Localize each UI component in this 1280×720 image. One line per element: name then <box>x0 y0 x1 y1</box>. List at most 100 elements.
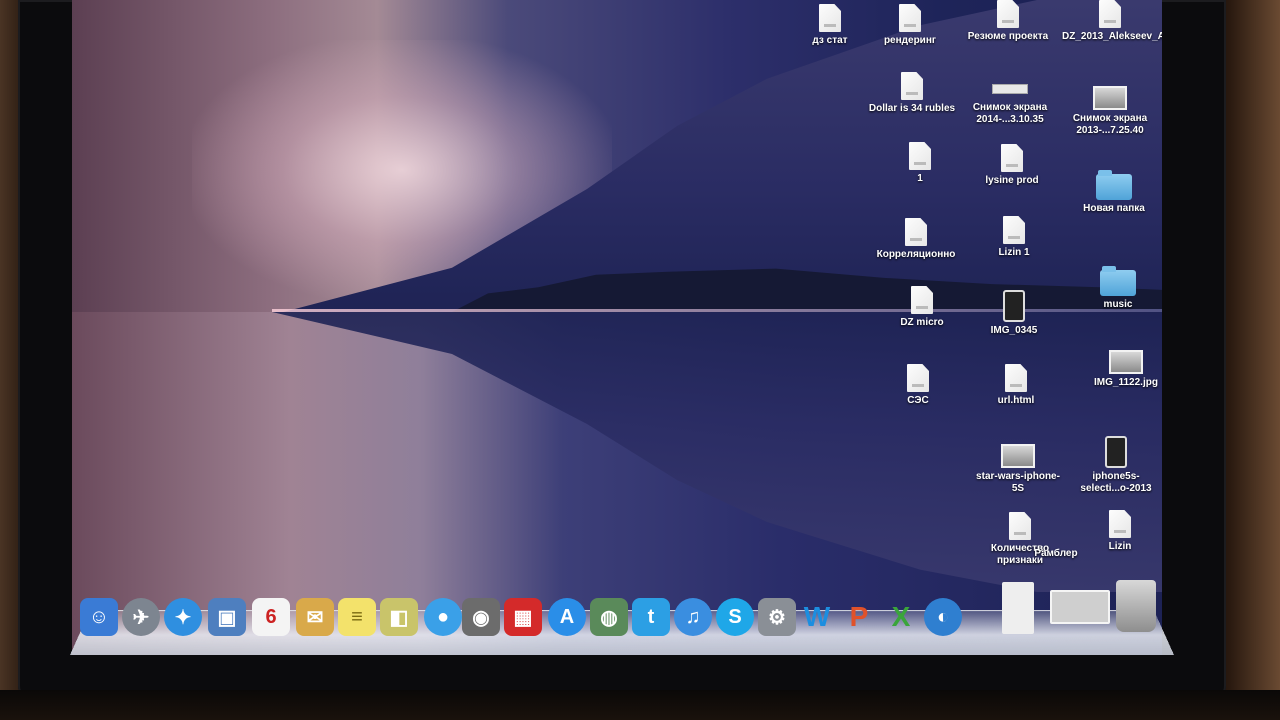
desktop-image-iphone5s[interactable]: iphone5s-selecti...o-2013 <box>1068 436 1162 495</box>
launchpad-icon[interactable]: ✈ <box>122 598 160 636</box>
desktop-file-dz-micro[interactable]: DZ micro <box>874 286 970 329</box>
word-glyph: W <box>803 601 831 632</box>
desktop-file-label: lysine prod <box>985 175 1039 186</box>
phone-image-icon <box>1003 290 1025 322</box>
desktop-file-label: Снимок экрана 2013-...7.25.40 <box>1072 113 1148 136</box>
image-icon <box>1001 444 1035 468</box>
desktop-file-label: Снимок экрана 2014-...3.10.35 <box>972 102 1048 125</box>
desktop-file-label: music <box>1103 299 1133 310</box>
desktop-file-label: рендеринг <box>883 35 937 46</box>
desktop-image-star-wars[interactable]: star-wars-iphone-5S <box>970 444 1066 495</box>
safari-icon[interactable]: ✦ <box>164 598 202 636</box>
preview-icon[interactable]: ▣ <box>208 598 246 636</box>
image-capture-icon[interactable]: ◍ <box>590 598 628 636</box>
document-icon <box>901 72 923 100</box>
notes-glyph: ≡ <box>351 605 363 628</box>
messages-icon[interactable]: ● <box>424 598 462 636</box>
desktop-file-lizin-1[interactable]: Lizin 1 <box>966 216 1062 259</box>
desktop-file-label: IMG_1122.jpg <box>1094 377 1158 388</box>
twitter-glyph: t <box>647 605 655 628</box>
desktop-file-1[interactable]: 1 <box>872 142 968 185</box>
desktop-file-lizin[interactable]: Lizin <box>1072 510 1162 553</box>
image-capture-glyph: ◍ <box>600 606 618 629</box>
itunes-glyph: ♫ <box>685 605 701 628</box>
screenshot-icon <box>1093 86 1127 110</box>
facetime-icon[interactable]: ◉ <box>462 598 500 636</box>
phone-image-icon <box>1105 436 1127 468</box>
desktop-screenshot-2014[interactable]: Снимок экрана 2014-...3.10.35 <box>962 78 1058 126</box>
desktop-file-resume[interactable]: Резюме проекта <box>960 0 1056 43</box>
launchpad-glyph: ✈ <box>132 606 150 629</box>
document-icon <box>899 4 921 32</box>
screenshot-stack-icon[interactable] <box>1050 590 1110 624</box>
document-icon <box>1109 510 1131 538</box>
desktop-file-label: iphone5s-selecti...o-2013 <box>1080 471 1152 494</box>
system-preferences-icon[interactable]: ⚙ <box>758 598 796 636</box>
desktop-file-label: IMG_0345 <box>990 325 1038 336</box>
document-icon <box>907 364 929 392</box>
itunes-icon[interactable]: ♫ <box>674 598 712 636</box>
desktop-file-dz-2013[interactable]: DZ_2013_Alekseev_A_S...Zekokh <box>1062 0 1162 43</box>
excel-glyph: X <box>891 601 911 632</box>
photo-viewer-glyph: ◧ <box>389 606 409 629</box>
powerpoint-glyph: P <box>849 601 869 632</box>
desktop-folder-new[interactable]: Новая папка <box>1066 170 1162 215</box>
desktop-folder-music[interactable]: music <box>1070 266 1162 311</box>
document-icon <box>819 4 841 32</box>
dock: ☺ ✈ ✦ ▣ 6 ✉ ≡ ◧ ● ◉ ▦ A ◍ t ♫ S ⚙ W P X … <box>76 580 1166 642</box>
document-icon <box>1005 364 1027 392</box>
document-icon <box>1009 512 1031 540</box>
internet-icon[interactable]: ◐ <box>924 598 962 636</box>
skype-icon[interactable]: S <box>716 598 754 636</box>
desktop-file-dollar[interactable]: Dollar is 34 rubles <box>864 72 960 115</box>
desktop-file-label: Lizin <box>1108 541 1132 552</box>
powerpoint-icon[interactable]: P <box>840 598 878 636</box>
trash-icon[interactable] <box>1116 580 1156 632</box>
desktop-file-label: дз стат <box>812 35 848 46</box>
twitter-icon[interactable]: t <box>632 598 670 636</box>
word-icon[interactable]: W <box>798 598 836 636</box>
calendar-glyph: 6 <box>265 605 277 628</box>
desktop-screenshot-2013[interactable]: Снимок экрана 2013-...7.25.40 <box>1062 86 1158 137</box>
desktop-file-label: url.html <box>997 395 1035 406</box>
desktop-screen: дз стат рендеринг Резюме проекта DZ_2013… <box>72 0 1162 655</box>
folder-icon <box>1100 266 1136 296</box>
desktop-file-lysine[interactable]: lysine prod <box>964 144 1060 187</box>
safari-glyph: ✦ <box>174 606 192 629</box>
screenshot-icon <box>992 84 1028 94</box>
document-icon <box>997 0 1019 28</box>
desktop-file-label: Dollar is 34 rubles <box>868 103 956 114</box>
messages-glyph: ● <box>436 605 450 628</box>
system-preferences-glyph: ⚙ <box>768 606 786 629</box>
desktop-image-img-1122[interactable]: IMG_1122.jpg <box>1078 350 1162 389</box>
calendar-icon[interactable]: 6 <box>252 598 290 636</box>
desktop-file-ses[interactable]: СЭС <box>870 364 966 407</box>
document-icon <box>905 218 927 246</box>
desktop-file-label: star-wars-iphone-5S <box>976 471 1060 494</box>
finder-icon[interactable]: ☺ <box>80 598 118 636</box>
excel-icon[interactable]: X <box>882 598 920 636</box>
desk-surface <box>0 690 1280 720</box>
document-icon[interactable] <box>1002 582 1034 634</box>
desktop-file-label: Lizin 1 <box>998 247 1030 258</box>
document-icon <box>1099 0 1121 28</box>
desktop-file-url[interactable]: url.html <box>968 364 1064 407</box>
photo-booth-icon[interactable]: ▦ <box>504 598 542 636</box>
notes-icon[interactable]: ≡ <box>338 598 376 636</box>
preview-glyph: ▣ <box>217 606 237 629</box>
desktop-file-rendering[interactable]: рендеринг <box>862 4 958 47</box>
desktop-file-label: DZ micro <box>900 317 944 328</box>
desktop-file-label: DZ_2013_Alekseev_A_S...Zekokh <box>1062 31 1162 42</box>
document-icon <box>1001 144 1023 172</box>
desktop-file-label: Новая папка <box>1083 203 1145 214</box>
document-icon <box>1003 216 1025 244</box>
desktop-file-correlation[interactable]: Корреляционно <box>868 218 964 261</box>
finder-glyph: ☺ <box>88 605 110 628</box>
app-store-icon[interactable]: A <box>548 598 586 636</box>
internet-glyph: ◐ <box>936 605 950 628</box>
folder-icon <box>1096 170 1132 200</box>
document-icon <box>909 142 931 170</box>
desktop-image-img-0345[interactable]: IMG_0345 <box>966 290 1062 337</box>
photo-viewer-icon[interactable]: ◧ <box>380 598 418 636</box>
contacts-icon[interactable]: ✉ <box>296 598 334 636</box>
